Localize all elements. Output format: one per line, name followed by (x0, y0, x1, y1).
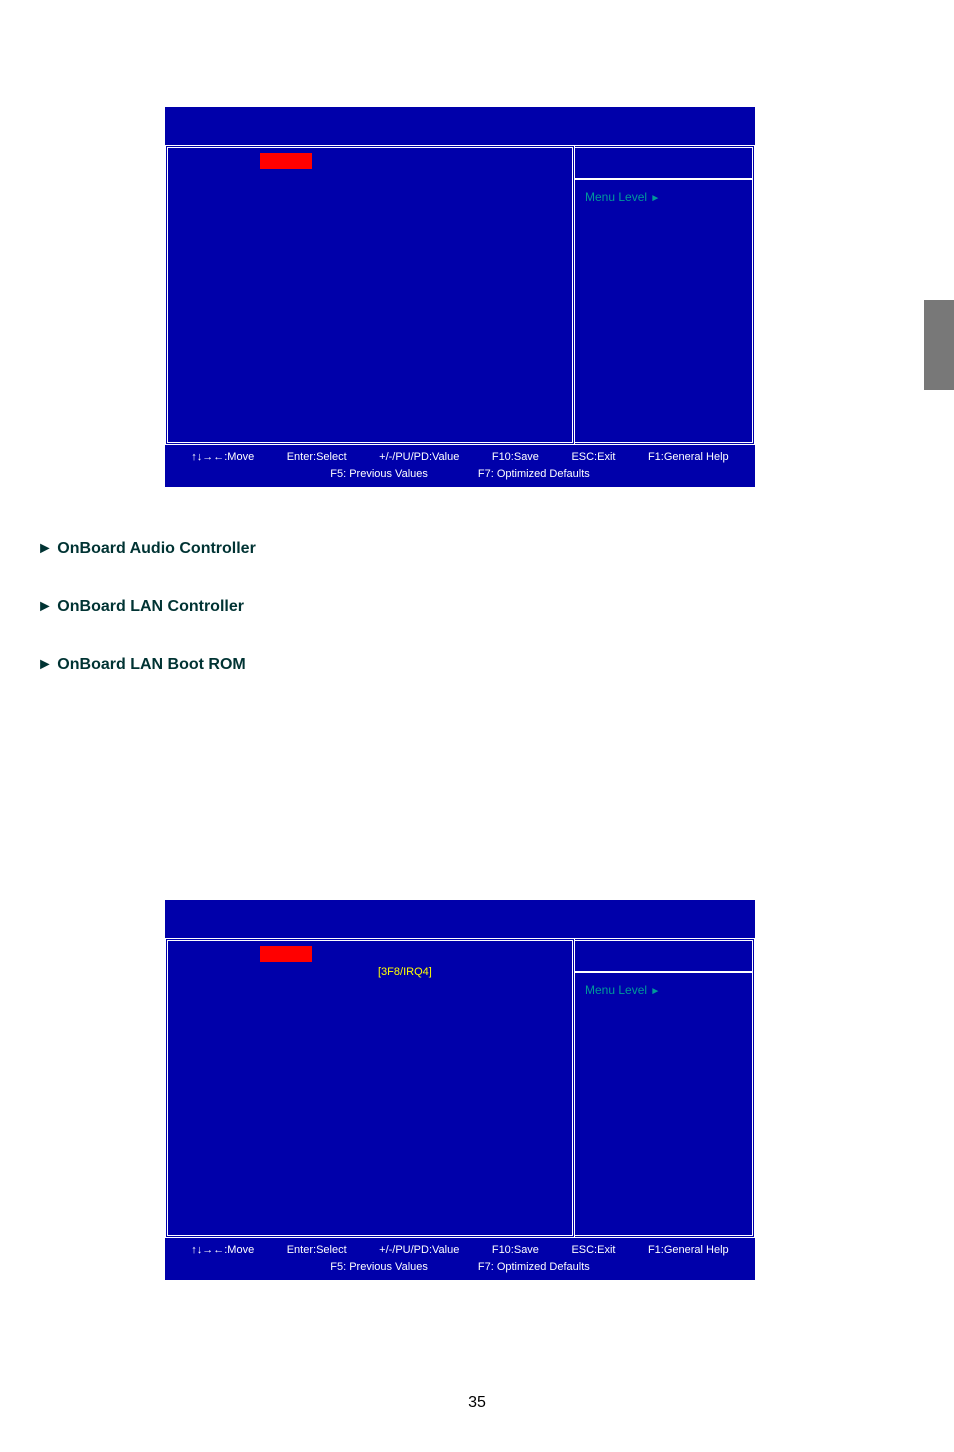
side-tab (924, 300, 954, 390)
page-number: 35 (468, 1394, 486, 1412)
bios-left-panel: [3F8/IRQ4] (165, 938, 575, 1238)
footer-previous: F5: Previous Values (330, 466, 428, 483)
menu-level-label: Menu Level ► (585, 983, 660, 997)
bios-body: [3F8/IRQ4] Menu Level ► (165, 938, 755, 1238)
footer-value: +/-/PU/PD:Value (379, 449, 459, 466)
menu-level-label: Menu Level ► (585, 190, 660, 204)
footer-move: ↑↓→←:Move (191, 1242, 254, 1259)
footer-optimized: F7: Optimized Defaults (478, 1259, 590, 1276)
selected-highlight[interactable] (260, 946, 312, 962)
chevron-right-icon: ► (650, 193, 660, 204)
bios-header (165, 900, 755, 938)
item-help-body: Menu Level ► (575, 973, 752, 1235)
menu-level-text: Menu Level (585, 190, 647, 204)
bios-header (165, 107, 755, 145)
heading-text-2: OnBoard LAN Controller (57, 598, 244, 615)
heading-text-3: OnBoard LAN Boot ROM (57, 656, 245, 673)
bios-window-onchip: Menu Level ► ↑↓→←:Move Enter:Select +/-/… (165, 107, 755, 487)
heading-text-1: OnBoard Audio Controller (57, 540, 256, 557)
footer-exit: ESC:Exit (571, 449, 615, 466)
item-help-header (575, 148, 752, 180)
footer-enter: Enter:Select (287, 1242, 347, 1259)
arrow-icon: ► (37, 540, 53, 557)
item-help-body: Menu Level ► (575, 180, 752, 442)
bios-left-panel (165, 145, 575, 445)
item-help-header (575, 941, 752, 973)
arrow-icon: ► (37, 598, 53, 615)
arrow-icon: ► (37, 656, 53, 673)
footer-help: F1:General Help (648, 1242, 729, 1259)
menu-level-text: Menu Level (585, 983, 647, 997)
bios-right-panel: Menu Level ► (575, 938, 755, 1238)
footer-move: ↑↓→←:Move (191, 449, 254, 466)
footer-optimized: F7: Optimized Defaults (478, 466, 590, 483)
heading-audio: ► OnBoard Audio Controller (37, 540, 256, 558)
footer-value: +/-/PU/PD:Value (379, 1242, 459, 1259)
selected-highlight[interactable] (260, 153, 312, 169)
heading-lanboot: ► OnBoard LAN Boot ROM (37, 656, 246, 674)
footer-save: F10:Save (492, 449, 539, 466)
bios-right-panel: Menu Level ► (575, 145, 755, 445)
bios-window-superio: [3F8/IRQ4] Menu Level ► ↑↓→←:Move Enter:… (165, 900, 755, 1280)
footer-exit: ESC:Exit (571, 1242, 615, 1259)
footer-enter: Enter:Select (287, 449, 347, 466)
bios-footer: ↑↓→←:Move Enter:Select +/-/PU/PD:Value F… (165, 445, 755, 486)
footer-help: F1:General Help (648, 449, 729, 466)
chevron-right-icon: ► (650, 986, 660, 997)
bios-body: Menu Level ► (165, 145, 755, 445)
serial-port-value: [3F8/IRQ4] (378, 966, 432, 978)
bios-footer: ↑↓→←:Move Enter:Select +/-/PU/PD:Value F… (165, 1238, 755, 1279)
footer-previous: F5: Previous Values (330, 1259, 428, 1276)
heading-lan: ► OnBoard LAN Controller (37, 598, 244, 616)
footer-save: F10:Save (492, 1242, 539, 1259)
